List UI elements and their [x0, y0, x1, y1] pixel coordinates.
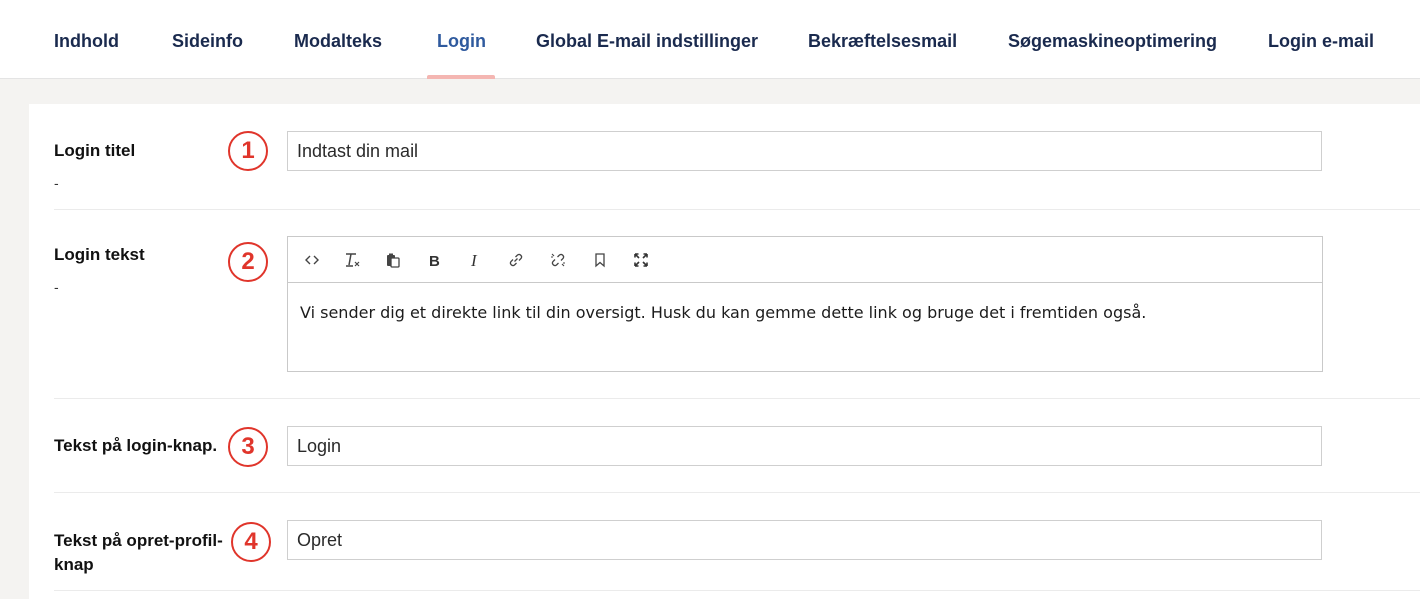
create-profile-button-label: Tekst på opret-profil- knap: [54, 531, 223, 574]
login-title-label: Login titel: [54, 141, 136, 160]
bold-icon[interactable]: B: [422, 248, 446, 272]
editor-toolbar: B I: [288, 237, 1322, 283]
login-text-hint: -: [54, 279, 59, 295]
tab-login-email[interactable]: Login e-mail: [1268, 0, 1374, 79]
bookmark-icon[interactable]: [588, 248, 612, 272]
login-title-hint: -: [54, 175, 59, 191]
annotation-badge-3: 3: [228, 427, 268, 467]
tab-global-email-settings[interactable]: Global E-mail indstillinger: [536, 0, 758, 79]
tab-indhold[interactable]: Indhold: [54, 0, 119, 79]
italic-icon[interactable]: I: [463, 248, 487, 272]
annotation-badge-2: 2: [228, 242, 268, 282]
login-button-text-label: Tekst på login-knap.: [54, 436, 218, 455]
tab-login[interactable]: Login: [437, 0, 486, 79]
paste-icon[interactable]: [381, 248, 405, 272]
source-icon[interactable]: [300, 248, 324, 272]
tab-sideinfo[interactable]: Sideinfo: [172, 0, 243, 79]
annotation-badge-4: 4: [231, 522, 271, 562]
login-text-editor-content[interactable]: Vi sender dig et direkte link til din ov…: [288, 302, 1322, 324]
login-title-input[interactable]: [287, 131, 1322, 171]
svg-text:I: I: [470, 252, 478, 268]
tab-modalteks[interactable]: Modalteks: [294, 0, 382, 79]
fullscreen-icon[interactable]: [629, 248, 653, 272]
svg-text:B: B: [429, 253, 440, 268]
row-divider: [54, 209, 1420, 210]
create-profile-button-input[interactable]: [287, 520, 1322, 560]
tab-bar: Indhold Sideinfo Modalteks Login Global …: [0, 0, 1420, 79]
login-button-text-input[interactable]: [287, 426, 1322, 466]
tab-bekraeftelsesmail[interactable]: Bekræftelsesmail: [808, 0, 957, 79]
row-divider: [54, 492, 1420, 493]
row-divider: [54, 590, 1420, 591]
annotation-badge-1: 1: [228, 131, 268, 171]
remove-format-icon[interactable]: [340, 248, 364, 272]
row-divider: [54, 398, 1420, 399]
link-icon[interactable]: [504, 248, 528, 272]
unlink-icon[interactable]: [546, 248, 570, 272]
active-tab-indicator: [427, 75, 495, 79]
tab-soegemaskineoptimering[interactable]: Søgemaskineoptimering: [1008, 0, 1217, 79]
login-text-editor: B I Vi sender dig et direkte link til di…: [287, 236, 1323, 372]
login-text-label: Login tekst: [54, 245, 145, 264]
